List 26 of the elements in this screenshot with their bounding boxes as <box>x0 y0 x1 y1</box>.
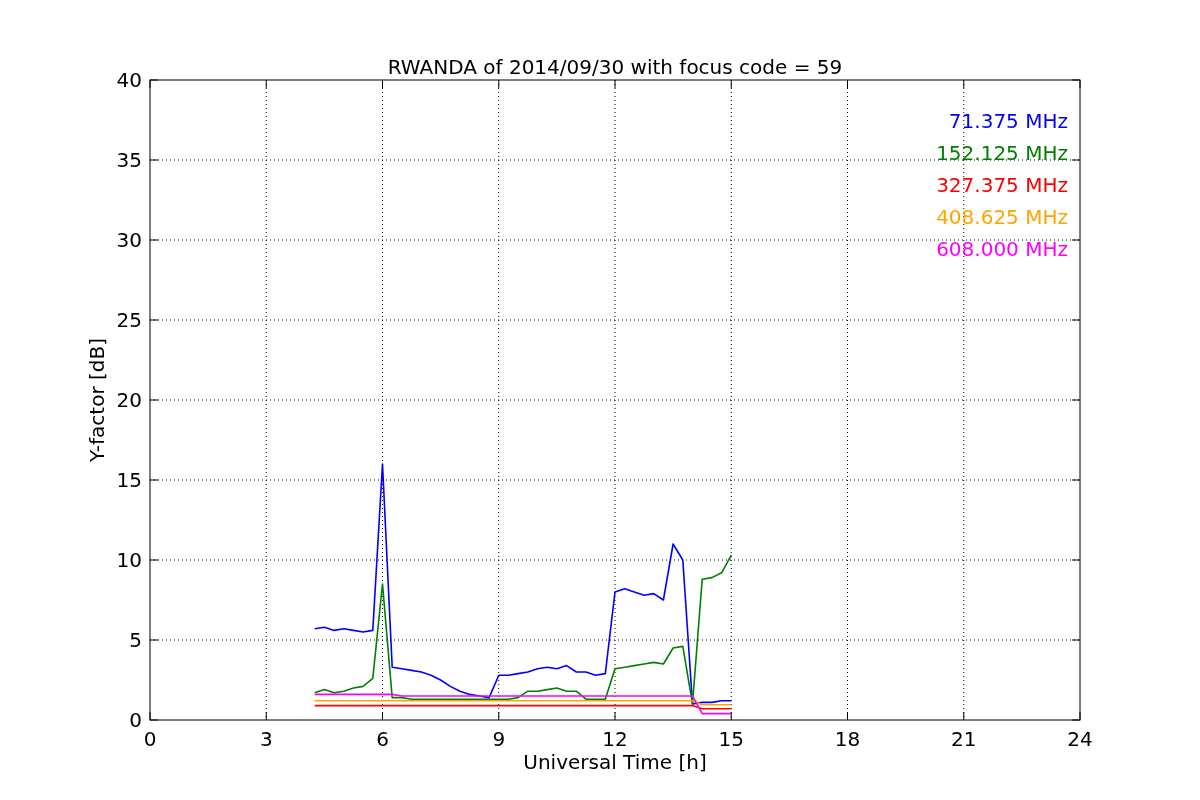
legend-label: 408.625 MHz <box>936 205 1068 229</box>
legend-label: 152.125 MHz <box>936 141 1068 165</box>
x-tick-label: 24 <box>1067 727 1093 751</box>
y-tick-label: 20 <box>116 388 142 412</box>
x-tick-label: 9 <box>492 727 506 751</box>
x-tick-label: 21 <box>951 727 977 751</box>
x-tick-label: 18 <box>834 727 861 751</box>
y-tick-label: 40 <box>116 68 142 92</box>
y-axis-label: Y-factor [dB] <box>85 338 109 462</box>
y-tick-label: 30 <box>116 228 142 252</box>
x-tick-label: 0 <box>143 727 157 751</box>
x-tick-label: 6 <box>376 727 389 751</box>
y-tick-label: 15 <box>116 468 142 492</box>
x-axis-label: Universal Time [h] <box>523 750 707 774</box>
chart-title: RWANDA of 2014/09/30 with focus code = 59 <box>387 55 843 79</box>
y-tick-label: 35 <box>116 148 142 172</box>
x-tick-label: 12 <box>602 727 628 751</box>
legend-label: 71.375 MHz <box>948 109 1068 133</box>
y-tick-label: 5 <box>129 628 142 652</box>
legend-label: 608.000 MHz <box>936 237 1068 261</box>
y-tick-label: 25 <box>116 308 142 332</box>
legend-label: 327.375 MHz <box>936 173 1068 197</box>
y-tick-label: 10 <box>116 548 142 572</box>
x-tick-label: 15 <box>718 727 744 751</box>
x-tick-label: 3 <box>259 727 273 751</box>
y-tick-label: 0 <box>129 708 142 732</box>
